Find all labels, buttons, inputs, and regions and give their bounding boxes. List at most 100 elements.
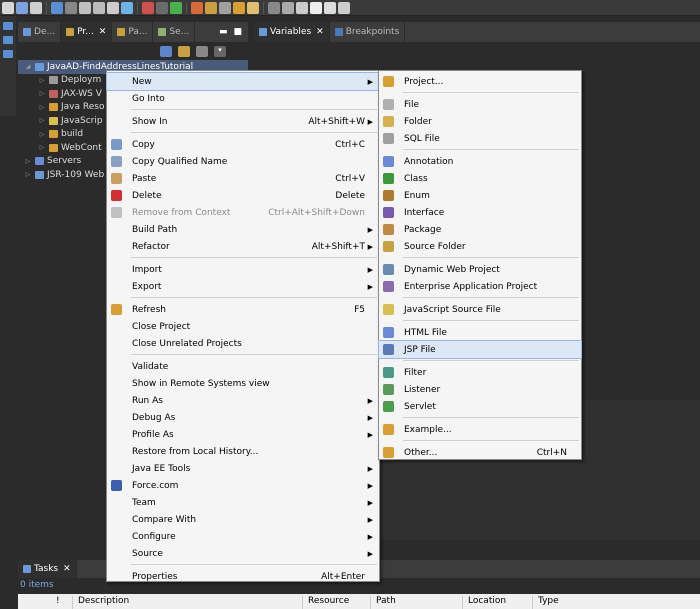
menu-item-new[interactable]: New ▶ bbox=[106, 72, 380, 91]
tab-debug[interactable]: De... bbox=[18, 22, 62, 42]
menu-item-run-as[interactable]: Run As ▶ bbox=[107, 392, 379, 409]
toolbar-button-icon[interactable] bbox=[170, 1, 182, 14]
expand-arrow-icon[interactable]: ▷ bbox=[38, 131, 46, 138]
menu-item-go-into[interactable]: Go Into bbox=[107, 90, 379, 107]
close-icon[interactable]: ✕ bbox=[63, 564, 71, 574]
menu-item-debug-as[interactable]: Debug As ▶ bbox=[107, 409, 379, 426]
menu-item-close-unrelated-projects[interactable]: Close Unrelated Projects bbox=[107, 335, 379, 352]
tab-project-explorer[interactable]: Pr... ✕ bbox=[61, 22, 113, 42]
toolbar-button-icon[interactable] bbox=[16, 1, 28, 14]
tab-tasks[interactable]: Tasks ✕ bbox=[18, 560, 77, 578]
menu-item-refactor[interactable]: Refactor Alt+Shift+T ▶ bbox=[107, 238, 379, 255]
toolbar-button-icon[interactable] bbox=[282, 1, 294, 14]
link-with-editor-icon[interactable] bbox=[178, 45, 190, 57]
collapse-all-icon[interactable] bbox=[160, 45, 172, 57]
toolbar-button-icon[interactable] bbox=[156, 1, 168, 14]
tab-package-explorer[interactable]: Pa... bbox=[112, 22, 154, 42]
menu-item-class[interactable]: Class bbox=[379, 170, 581, 187]
menu-item-copy[interactable]: Copy Ctrl+C bbox=[107, 136, 379, 153]
menu-item-properties[interactable]: Properties Alt+Enter bbox=[107, 568, 379, 585]
expand-arrow-icon[interactable]: ▷ bbox=[24, 171, 32, 178]
expand-arrow-icon[interactable]: ▷ bbox=[38, 144, 46, 151]
maximize-icon[interactable]: ■ bbox=[233, 27, 242, 37]
menu-item-team[interactable]: Team ▶ bbox=[107, 494, 379, 511]
toolbar-button-icon[interactable] bbox=[219, 1, 231, 14]
menu-item-delete[interactable]: Delete Delete bbox=[107, 187, 379, 204]
toolbar-button-icon[interactable] bbox=[310, 1, 322, 14]
menu-item-java-ee-tools[interactable]: Java EE Tools ▶ bbox=[107, 460, 379, 477]
toolbar-button-icon[interactable] bbox=[205, 1, 217, 14]
menu-item-show-in[interactable]: Show In Alt+Shift+W ▶ bbox=[107, 113, 379, 130]
menu-item-folder[interactable]: Folder bbox=[379, 113, 581, 130]
menu-item-servlet[interactable]: Servlet bbox=[379, 398, 581, 415]
expand-arrow-icon[interactable]: ▷ bbox=[38, 104, 46, 111]
menu-item-profile-as[interactable]: Profile As ▶ bbox=[107, 426, 379, 443]
close-icon[interactable]: ✕ bbox=[316, 27, 324, 37]
column-header[interactable]: ! bbox=[56, 596, 60, 606]
menu-item-sql-file[interactable]: SQL File bbox=[379, 130, 581, 147]
menu-item-compare-with[interactable]: Compare With ▶ bbox=[107, 511, 379, 528]
toolbar-button-icon[interactable] bbox=[93, 1, 105, 14]
menu-item-configure[interactable]: Configure ▶ bbox=[107, 528, 379, 545]
toolbar-button-icon[interactable] bbox=[30, 1, 42, 14]
close-icon[interactable]: ✕ bbox=[99, 27, 107, 37]
toolbar-button-icon[interactable] bbox=[79, 1, 91, 14]
menu-item-restore-from-local-history[interactable]: Restore from Local History... bbox=[107, 443, 379, 460]
toolbar-button-icon[interactable] bbox=[107, 1, 119, 14]
menu-item-import[interactable]: Import ▶ bbox=[107, 261, 379, 278]
menu-item-force-com[interactable]: Force.com ▶ bbox=[107, 477, 379, 494]
menu-item-other[interactable]: Other... Ctrl+N bbox=[379, 444, 581, 461]
menu-item-file[interactable]: File bbox=[379, 96, 581, 113]
menu-item-filter[interactable]: Filter bbox=[379, 364, 581, 381]
expand-arrow-icon[interactable]: ▷ bbox=[38, 77, 46, 84]
collapse-arrow-icon[interactable]: ◢ bbox=[24, 63, 32, 70]
toolbar-button-icon[interactable] bbox=[2, 1, 14, 14]
menu-item-project[interactable]: Project... bbox=[379, 73, 581, 90]
view-menu-icon[interactable]: ▾ bbox=[214, 45, 226, 57]
menu-item-enterprise-application-project[interactable]: Enterprise Application Project bbox=[379, 278, 581, 295]
menu-item-paste[interactable]: Paste Ctrl+V bbox=[107, 170, 379, 187]
toolbar-button-icon[interactable] bbox=[233, 1, 245, 14]
tab-variables[interactable]: Variables ✕ bbox=[254, 22, 330, 42]
menu-item-validate[interactable]: Validate bbox=[107, 358, 379, 375]
menu-item-dynamic-web-project[interactable]: Dynamic Web Project bbox=[379, 261, 581, 278]
menu-item-package[interactable]: Package bbox=[379, 221, 581, 238]
menu-item-export[interactable]: Export ▶ bbox=[107, 278, 379, 295]
tab-servers[interactable]: Se... bbox=[153, 22, 196, 42]
menu-item-html-file[interactable]: HTML File bbox=[379, 324, 581, 341]
minimized-view-icon[interactable] bbox=[3, 50, 13, 58]
toolbar-button-icon[interactable] bbox=[121, 1, 133, 14]
expand-arrow-icon[interactable]: ▷ bbox=[38, 117, 46, 124]
minimize-icon[interactable]: ▬ bbox=[219, 27, 228, 37]
column-header[interactable]: Description bbox=[78, 596, 129, 606]
column-header[interactable]: Type bbox=[538, 596, 559, 606]
menu-item-javascript-source-file[interactable]: JavaScript Source File bbox=[379, 301, 581, 318]
toolbar-button-icon[interactable] bbox=[324, 1, 336, 14]
menu-item-copy-qualified-name[interactable]: Copy Qualified Name bbox=[107, 153, 379, 170]
menu-item-source-folder[interactable]: Source Folder bbox=[379, 238, 581, 255]
tab-breakpoints[interactable]: Breakpoints bbox=[330, 22, 406, 42]
menu-item-close-project[interactable]: Close Project bbox=[107, 318, 379, 335]
toolbar-button-icon[interactable] bbox=[338, 1, 350, 14]
toolbar-button-icon[interactable] bbox=[268, 1, 280, 14]
toolbar-button-icon[interactable] bbox=[51, 1, 63, 14]
expand-arrow-icon[interactable]: ▷ bbox=[38, 90, 46, 97]
menu-item-refresh[interactable]: Refresh F5 bbox=[107, 301, 379, 318]
toolbar-button-icon[interactable] bbox=[65, 1, 77, 14]
menu-item-remove-from-context[interactable]: Remove from Context Ctrl+Alt+Shift+Down bbox=[107, 204, 379, 221]
toolbar-button-icon[interactable] bbox=[142, 1, 154, 14]
menu-item-interface[interactable]: Interface bbox=[379, 204, 581, 221]
column-header[interactable]: Path bbox=[376, 596, 396, 606]
toolbar-button-icon[interactable] bbox=[247, 1, 259, 14]
menu-item-listener[interactable]: Listener bbox=[379, 381, 581, 398]
menu-item-source[interactable]: Source ▶ bbox=[107, 545, 379, 562]
expand-arrow-icon[interactable]: ▷ bbox=[24, 158, 32, 165]
menu-item-annotation[interactable]: Annotation bbox=[379, 153, 581, 170]
toolbar-button-icon[interactable] bbox=[296, 1, 308, 14]
menu-item-example[interactable]: Example... bbox=[379, 421, 581, 438]
toolbar-button-icon[interactable] bbox=[191, 1, 203, 14]
column-header[interactable]: Location bbox=[468, 596, 506, 606]
focus-icon[interactable] bbox=[196, 45, 208, 57]
minimized-view-icon[interactable] bbox=[3, 22, 13, 30]
minimized-view-icon[interactable] bbox=[3, 36, 13, 44]
